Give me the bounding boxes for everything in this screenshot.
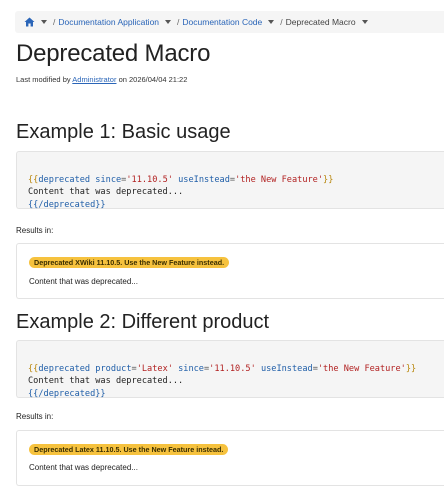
code-line: {{deprecated product='Latex' since='11.1… xyxy=(28,363,444,376)
breadcrumb-separator: / xyxy=(53,17,56,27)
chevron-down-icon[interactable] xyxy=(165,20,172,24)
code-attr-value: '11.10.5' xyxy=(126,174,173,185)
code-line: {{deprecated since='11.10.5' useInstead=… xyxy=(28,174,444,187)
code-block[interactable]: {{deprecated since='11.10.5' useInstead=… xyxy=(16,151,444,210)
code-brace: {{ xyxy=(28,174,39,185)
result-box: Deprecated XWiki 11.10.5. Use the New Fe… xyxy=(16,243,444,299)
page-title: Deprecated Macro xyxy=(16,40,211,67)
meta-suffix: on 2026/04/04 21:22 xyxy=(116,75,188,84)
chevron-down-icon[interactable] xyxy=(268,20,275,24)
example-1-heading: Example 1: Basic usage xyxy=(16,121,231,143)
code-content-line: Content that was deprecated... xyxy=(28,187,184,197)
meta-prefix: Last modified by xyxy=(16,75,73,84)
code-end-tag: {{/deprecated}} xyxy=(28,199,106,210)
last-modified-info: Last modified by Administrator on 2026/0… xyxy=(16,75,187,84)
breadcrumb-separator: / xyxy=(177,17,180,27)
results-label: Results in: xyxy=(16,226,54,235)
code-brace: }} xyxy=(405,363,417,374)
breadcrumb-separator: / xyxy=(280,17,283,27)
breadcrumb-item-documentation-code[interactable]: Documentation Code xyxy=(182,17,262,27)
code-attr-value: 'Latex' xyxy=(136,363,173,374)
chevron-down-icon[interactable] xyxy=(41,20,47,24)
breadcrumb-item-documentation-application[interactable]: Documentation Application xyxy=(58,17,159,27)
breadcrumb: / Documentation Application / Documentat… xyxy=(15,11,444,33)
code-attr-name: since xyxy=(178,363,204,374)
code-attr-value: 'the New Feature' xyxy=(317,363,406,374)
home-icon[interactable] xyxy=(24,17,35,27)
author-link[interactable]: Administrator xyxy=(72,75,116,84)
code-brace: {{ xyxy=(28,363,39,374)
code-attr-name: product xyxy=(95,363,132,374)
result-box: Deprecated Latex 11.10.5. Use the New Fe… xyxy=(16,430,444,486)
code-attr-name: useInstead xyxy=(260,363,313,374)
code-block[interactable]: {{deprecated product='Latex' since='11.1… xyxy=(16,340,444,399)
code-brace: }} xyxy=(323,174,334,185)
chevron-down-icon[interactable] xyxy=(361,20,368,24)
code-attr-value: '11.10.5' xyxy=(209,363,256,374)
deprecated-badge: Deprecated Latex 11.10.5. Use the New Fe… xyxy=(29,444,229,455)
code-attr-value: 'the New Feature' xyxy=(235,174,324,185)
results-label: Results in: xyxy=(16,412,54,421)
code-macro-name: deprecated xyxy=(38,174,91,185)
result-text: Content that was deprecated... xyxy=(29,463,138,472)
code-macro-name: deprecated xyxy=(38,363,91,374)
result-text: Content that was deprecated... xyxy=(29,277,138,286)
code-end-tag: {{/deprecated}} xyxy=(28,388,106,399)
code-attr-name: useInstead xyxy=(178,174,230,185)
example-2-heading: Example 2: Different product xyxy=(16,311,270,333)
deprecated-badge: Deprecated XWiki 11.10.5. Use the New Fe… xyxy=(29,257,230,268)
breadcrumb-item-current: Deprecated Macro xyxy=(285,17,356,27)
code-content-line: Content that was deprecated... xyxy=(28,376,184,386)
code-attr-name: since xyxy=(95,174,122,185)
